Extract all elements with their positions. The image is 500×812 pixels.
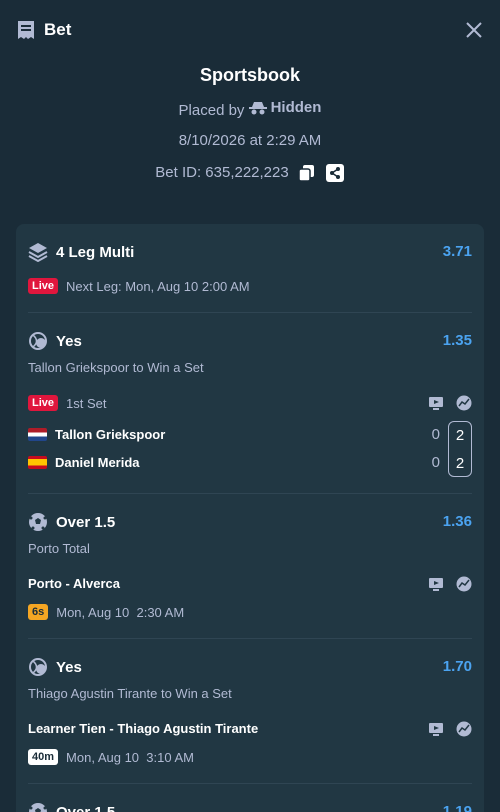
divider	[28, 638, 472, 639]
incognito-icon	[248, 102, 267, 115]
live-stream-icon[interactable]	[428, 576, 444, 592]
team-row: Daniel Merida	[28, 455, 472, 470]
leg-actions	[428, 395, 472, 411]
status-text: 1st Set	[66, 395, 107, 411]
leg-selection: Yes	[56, 332, 82, 350]
soccer-ball-icon	[29, 513, 47, 531]
copy-icon[interactable]	[297, 163, 317, 183]
bet-date: 8/10/2026 at 2:29 AM	[178, 132, 322, 149]
leg-status: Live 1st Set	[28, 395, 472, 411]
team-row: Tallon Griekspoor	[28, 427, 472, 442]
multi-title: 4 Leg Multi	[56, 243, 135, 261]
live-badge: Live	[28, 278, 59, 294]
placed-by: Placed by Hidden	[0, 98, 500, 121]
receipt-icon	[18, 21, 34, 39]
countdown-badge: 6s	[28, 604, 49, 620]
live-stream-icon[interactable]	[428, 395, 444, 411]
tennis-ball-icon	[29, 332, 47, 350]
multi-status: Live Next Leg: Mon, Aug 10 2:00 AM	[28, 278, 472, 294]
layers-icon	[28, 243, 48, 262]
modal-header: Bet	[0, 0, 500, 60]
hidden-user-label: Hidden	[270, 99, 322, 116]
multi-odds: 3.71	[442, 243, 472, 260]
stats-icon[interactable]	[456, 576, 472, 592]
leg-status: 6s Mon, Aug 10 2:30 AM	[28, 604, 472, 620]
leg-odds: 1.35	[442, 332, 472, 349]
set-score: 2	[455, 427, 465, 444]
bet-id: Bet ID: 635,222,223	[155, 164, 289, 181]
set-score: 2	[455, 455, 465, 472]
game-score: 0	[431, 454, 440, 471]
leg-3: Yes	[28, 657, 472, 677]
placed-by-label: Placed by	[178, 102, 245, 119]
leg-status: 40m Mon, Aug 10 3:10 AM	[28, 749, 472, 765]
leg-market: Thiago Agustin Tirante to Win a Set	[28, 686, 232, 701]
divider	[28, 493, 472, 494]
leg-selection: Yes	[56, 658, 82, 676]
event-time: Mon, Aug 10 2:30 AM	[56, 604, 185, 620]
bet-id-row: Bet ID: 635,222,223	[0, 162, 500, 184]
countdown-badge: 40m	[28, 749, 59, 765]
team-name: Tallon Griekspoor	[55, 427, 166, 442]
leg-2: Over 1.5	[28, 512, 472, 532]
next-leg: Next Leg: Mon, Aug 10 2:00 AM	[66, 278, 250, 294]
close-icon[interactable]	[464, 20, 484, 40]
leg-4: Over 1.5	[28, 802, 472, 812]
leg-odds: 1.19	[442, 803, 472, 812]
bet-source-title: Sportsbook	[199, 65, 300, 85]
tennis-ball-icon	[29, 658, 47, 676]
leg-actions	[428, 721, 472, 737]
leg-actions	[428, 576, 472, 592]
modal-title: Bet	[44, 20, 72, 39]
multi-summary: 4 Leg Multi	[28, 242, 472, 262]
leg-market: Porto Total	[28, 541, 90, 556]
share-icon[interactable]	[325, 163, 345, 183]
set-score-box: 2 2	[448, 421, 472, 477]
leg-odds: 1.70	[442, 658, 472, 675]
event-name: Learner Tien - Thiago Agustin Tirante	[28, 721, 259, 736]
flag-netherlands-icon	[28, 428, 47, 441]
bet-card: 4 Leg Multi 3.71 Live Next Leg: Mon, Aug…	[16, 224, 484, 812]
soccer-ball-icon	[29, 803, 47, 812]
event-name: Porto - Alverca	[28, 576, 120, 591]
leg-1: Yes	[28, 331, 472, 351]
stats-icon[interactable]	[456, 721, 472, 737]
stats-icon[interactable]	[456, 395, 472, 411]
leg-odds: 1.36	[442, 513, 472, 530]
event-time: Mon, Aug 10 3:10 AM	[66, 749, 194, 765]
game-score: 0	[431, 426, 440, 443]
placed-by-user: Hidden	[248, 98, 322, 118]
leg-market: Tallon Griekspoor to Win a Set	[28, 360, 204, 375]
live-badge: Live	[28, 395, 59, 411]
live-stream-icon[interactable]	[428, 721, 444, 737]
flag-spain-icon	[28, 456, 47, 469]
leg-selection: Over 1.5	[56, 803, 116, 812]
divider	[28, 312, 472, 313]
divider	[28, 783, 472, 784]
leg-selection: Over 1.5	[56, 513, 116, 531]
team-name: Daniel Merida	[55, 455, 140, 470]
